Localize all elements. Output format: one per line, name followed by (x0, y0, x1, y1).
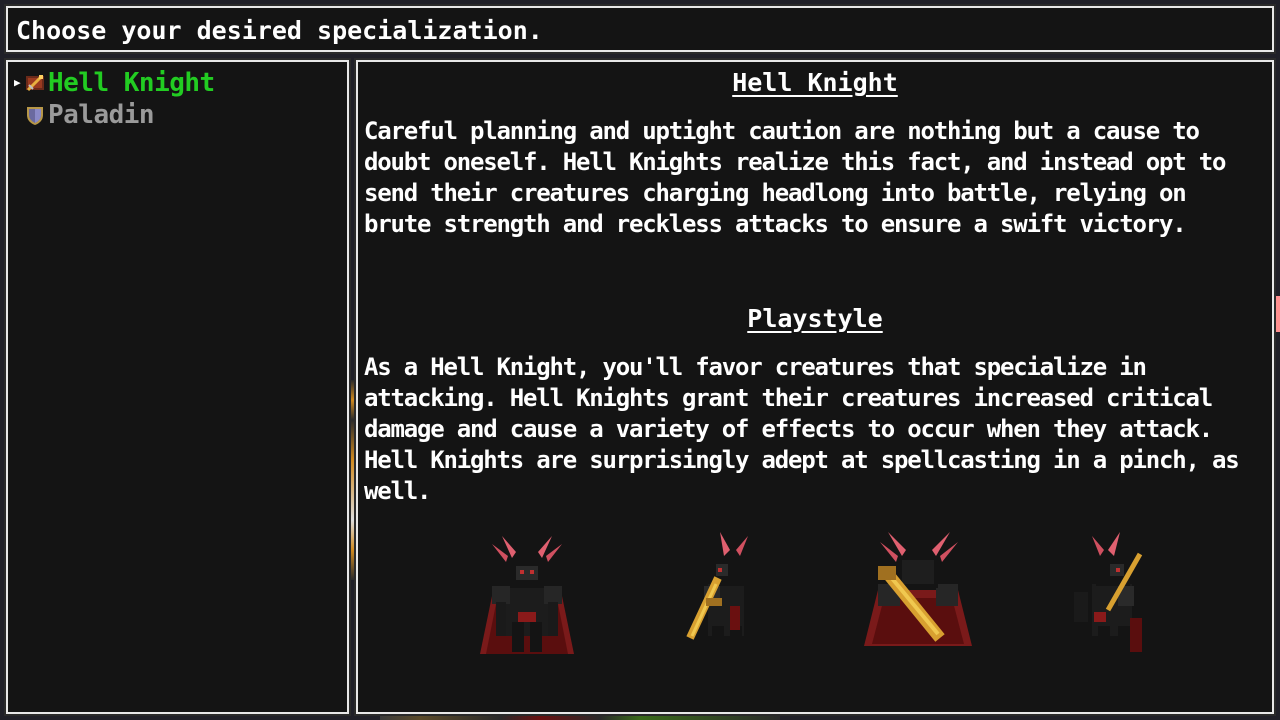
hell-knight-sword-icon (26, 75, 44, 92)
sprite-preview-row (358, 526, 1272, 656)
game-world-background-right (1274, 296, 1280, 332)
hell-knight-sprite-side-right (1074, 532, 1143, 652)
prompt-panel: Choose your desired specialization. (6, 6, 1274, 52)
specialization-label: Hell Knight (48, 68, 215, 98)
specialization-detail-panel: Hell Knight Careful planning and uptight… (356, 60, 1274, 714)
paladin-shield-icon (27, 107, 43, 125)
specialization-item-hell-knight[interactable]: ▶ Hell Knight (14, 68, 215, 98)
hell-knight-sprite-front (480, 536, 574, 654)
specialization-title: Hell Knight (732, 68, 898, 97)
game-screen: Choose your desired specialization. ▶ He… (0, 0, 1280, 720)
hell-knight-sprite-back (864, 532, 972, 646)
playstyle-description: As a Hell Knight, you'll favor creatures… (364, 353, 1240, 505)
prompt-text: Choose your desired specialization. (16, 16, 543, 45)
specialization-list: ▶ Hell Knight ▶ Paladin (6, 60, 349, 714)
playstyle-heading: Playstyle (747, 304, 883, 333)
specialization-description: Careful planning and uptight caution are… (364, 117, 1226, 238)
specialization-item-paladin[interactable]: ▶ Paladin (14, 100, 155, 130)
selection-cursor-icon: ▶ (14, 76, 21, 89)
specialization-label: Paladin (48, 100, 155, 130)
hell-knight-sprite-side-left (686, 532, 748, 652)
